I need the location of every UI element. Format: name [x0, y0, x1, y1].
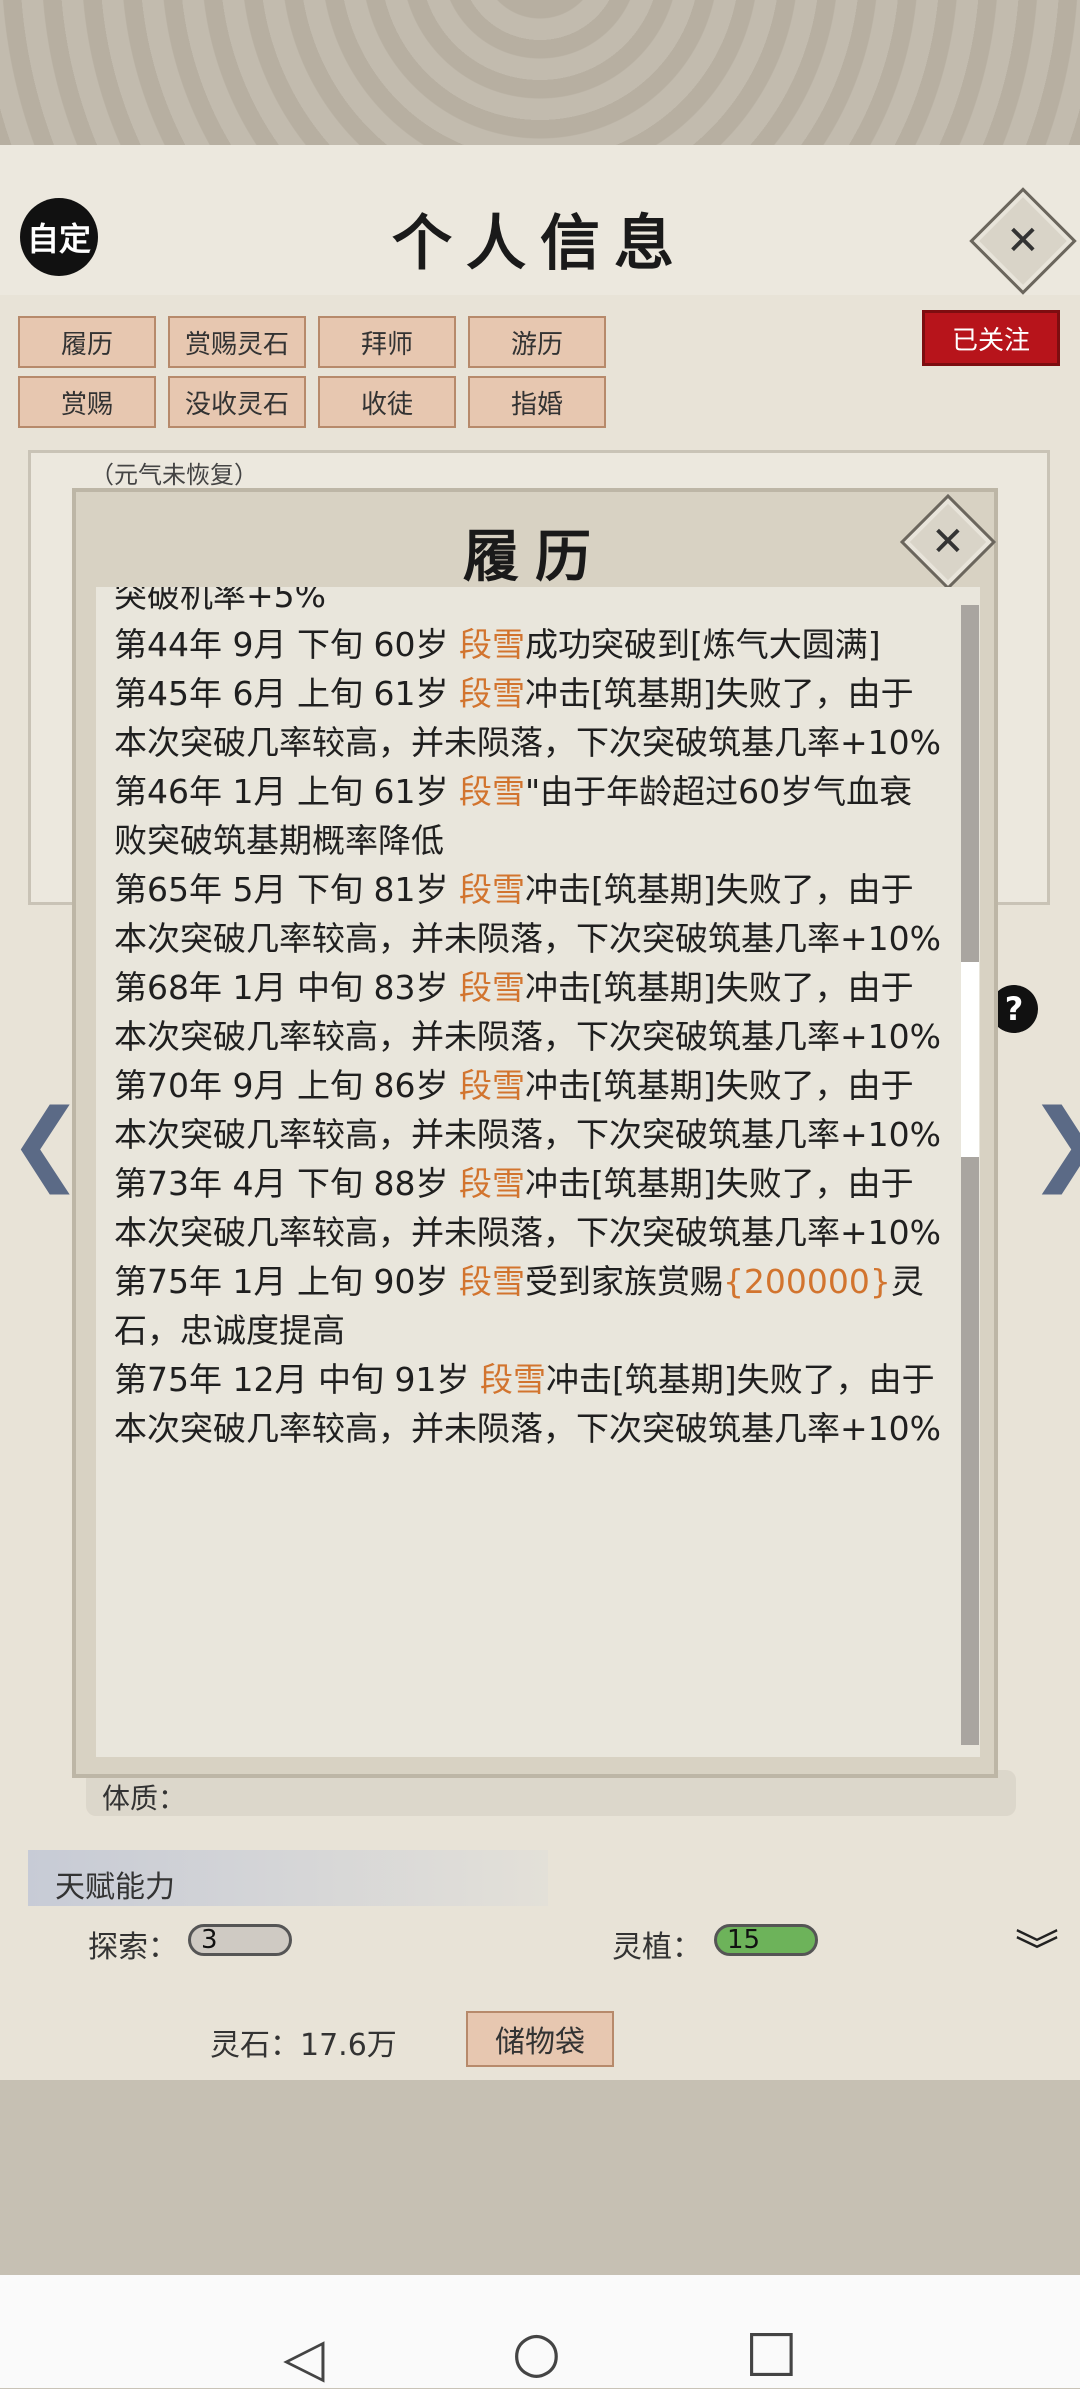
plant-label: 灵植： — [612, 1930, 702, 1965]
record-item: 突破机率+5% — [114, 587, 944, 620]
modal-title: 履历 — [463, 524, 607, 590]
tab-take-disciple[interactable]: 收徒 — [318, 376, 456, 428]
tab-confiscate-stone[interactable]: 没收灵石 — [168, 376, 306, 428]
resume-modal: 履历 ✕ 突破机率+5% 第44年 9月 下旬 60岁 段雪成功突破到[炼气大圆满… — [72, 488, 998, 1778]
record-item: 第70年 9月 上旬 86岁 段雪冲击[筑基期]失败了，由于本次突破几率较高，并… — [114, 1061, 944, 1159]
record-name: 段雪 — [458, 674, 525, 713]
record-date: 第75年 1月 上旬 90岁 — [114, 1262, 459, 1301]
physique-label: 体质： — [102, 1782, 187, 1815]
record-date: 第45年 6月 上旬 61岁 — [114, 674, 459, 713]
home-icon[interactable]: ○ — [512, 2320, 561, 2385]
followed-badge[interactable]: 已关注 — [925, 313, 1057, 363]
record-date: 第46年 1月 上旬 61岁 — [114, 772, 459, 811]
record-date: 第73年 4月 下旬 88岁 — [114, 1164, 459, 1203]
scrollbar[interactable] — [961, 605, 979, 1745]
record-item: 第45年 6月 上旬 61岁 段雪冲击[筑基期]失败了，由于本次突破几率较高，并… — [114, 669, 944, 767]
next-arrow-icon[interactable]: ❯ — [1028, 1090, 1080, 1195]
decorative-cloud-pattern — [0, 0, 1080, 145]
record-item: 第68年 1月 中旬 83岁 段雪冲击[筑基期]失败了，由于本次突破几率较高，并… — [114, 963, 944, 1061]
record-name: 段雪 — [458, 870, 525, 909]
expand-chevron-icon[interactable]: ︾ — [1015, 1915, 1059, 1979]
record-item: 第73年 4月 下旬 88岁 段雪冲击[筑基期]失败了，由于本次突破几率较高，并… — [114, 1159, 944, 1257]
record-name: 段雪 — [458, 625, 525, 664]
record-name: 段雪 — [458, 1164, 525, 1203]
tab-arrange-marriage[interactable]: 指婚 — [468, 376, 606, 428]
tab-resume[interactable]: 履历 — [18, 316, 156, 368]
plant-value: 15 — [714, 1924, 818, 1956]
tab-apprentice[interactable]: 拜师 — [318, 316, 456, 368]
record-item: 第75年 12月 中旬 91岁 段雪冲击[筑基期]失败了，由于本次突破几率较高，… — [114, 1355, 944, 1453]
record-name: 段雪 — [458, 968, 525, 1007]
tab-reward[interactable]: 赏赐 — [18, 376, 156, 428]
talent-section-title: 天赋能力 — [55, 1870, 175, 1905]
storage-bag-button[interactable]: 储物袋 — [466, 2011, 614, 2067]
record-name: 段雪 — [458, 1262, 525, 1301]
record-text: 受到家族赏赐 — [524, 1262, 723, 1301]
record-date: 第75年 12月 中旬 91岁 — [114, 1360, 480, 1399]
record-name: 段雪 — [458, 772, 525, 811]
spirit-stone-count: 灵石：17.6万 — [210, 2028, 397, 2063]
explore-value: 3 — [188, 1924, 292, 1956]
close-icon: ✕ — [1006, 217, 1040, 264]
record-text: 成功突破到[炼气大圆满] — [524, 625, 881, 664]
close-icon: ✕ — [931, 518, 965, 565]
record-item: 第46年 1月 上旬 61岁 段雪"由于年龄超过60岁气血衰败突破筑基期概率降低 — [114, 767, 944, 865]
record-item: 第65年 5月 下旬 81岁 段雪冲击[筑基期]失败了，由于本次突破几率较高，并… — [114, 865, 944, 963]
recent-apps-icon[interactable]: □ — [745, 2318, 798, 2383]
bottom-filler — [0, 2080, 1080, 2275]
record-date: 突破机率+5% — [114, 587, 327, 615]
record-item: 第75年 1月 上旬 90岁 段雪受到家族赏赐{200000}灵石，忠诚度提高 — [114, 1257, 944, 1355]
status-note: （元气未恢复） — [90, 461, 258, 489]
record-date: 第44年 9月 下旬 60岁 — [114, 625, 459, 664]
record-name: 段雪 — [479, 1360, 546, 1399]
records-list[interactable]: 突破机率+5% 第44年 9月 下旬 60岁 段雪成功突破到[炼气大圆满] 第45年… — [96, 587, 980, 1757]
record-name: 段雪 — [458, 1066, 525, 1105]
record-amount: {200000} — [722, 1262, 891, 1301]
tab-reward-stone[interactable]: 赏赐灵石 — [168, 316, 306, 368]
record-date: 第70年 9月 上旬 86岁 — [114, 1066, 459, 1105]
explore-label: 探索： — [88, 1930, 178, 1965]
scrollbar-thumb[interactable] — [961, 962, 979, 1157]
back-icon[interactable]: ◁ — [283, 2326, 325, 2389]
page-title: 个人信息 — [392, 209, 688, 279]
record-date: 第68年 1月 中旬 83岁 — [114, 968, 459, 1007]
record-item: 第44年 9月 下旬 60岁 段雪成功突破到[炼气大圆满] — [114, 620, 944, 669]
tab-travel[interactable]: 游历 — [468, 316, 606, 368]
record-date: 第65年 5月 下旬 81岁 — [114, 870, 459, 909]
